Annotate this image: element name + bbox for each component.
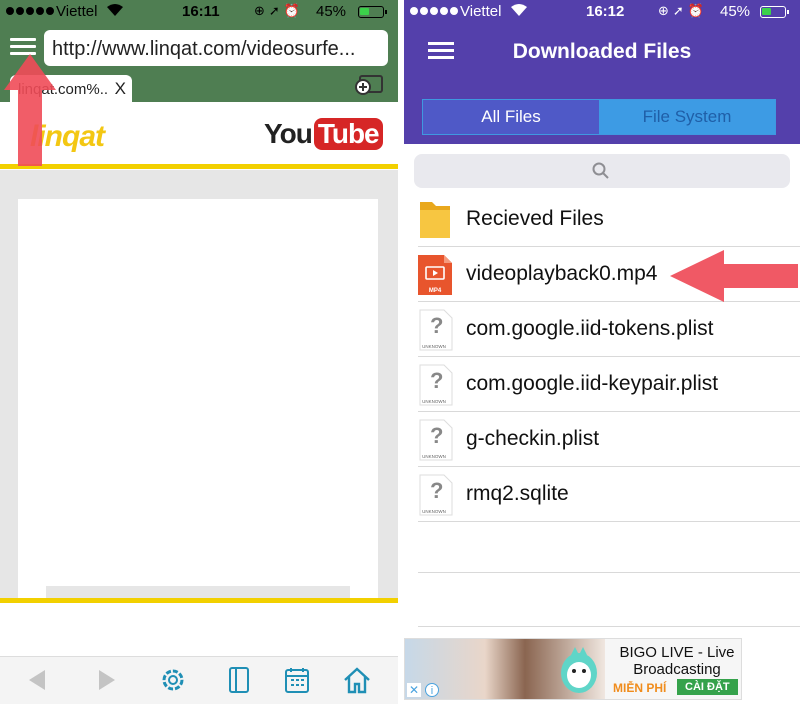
carrier-label: Viettel [56, 3, 98, 20]
red-arrow-up-icon [4, 54, 56, 166]
youtube-logo-tube: Tube [313, 118, 383, 150]
status-bar: Viettel 16:12 ⊕➚⏰ 45% [404, 0, 800, 24]
wifi-icon [106, 3, 124, 21]
file-name: com.google.iid-keypair.plist [466, 372, 719, 395]
downloads-header: Viettel 16:12 ⊕➚⏰ 45% Downloaded Files A… [404, 0, 800, 144]
search-bar[interactable] [414, 154, 790, 188]
unknown-file-icon: ? UNKNOWN [419, 309, 453, 351]
bottom-toolbar [0, 656, 398, 704]
svg-text:?: ? [430, 423, 443, 448]
view-tabs: All Files File System [422, 99, 776, 135]
battery-icon [358, 6, 387, 18]
battery-icon [760, 6, 789, 18]
tab-all-files[interactable]: All Files [423, 100, 599, 134]
clock-label: 16:12 [586, 3, 625, 20]
carrier-label: Viettel [460, 3, 502, 20]
page-title: Downloaded Files [512, 40, 692, 63]
file-row-unknown[interactable]: ? UNKNOWN com.google.iid-keypair.plist [404, 357, 800, 412]
youtube-logo[interactable]: You Tube [264, 117, 383, 151]
unknown-label: UNKNOWN [422, 344, 446, 349]
battery-percent: 45% [720, 3, 751, 20]
file-name: Recieved Files [466, 207, 604, 230]
bookmarks-icon[interactable] [224, 665, 254, 695]
file-name: g-checkin.plist [466, 427, 600, 450]
file-row-folder[interactable]: Recieved Files [404, 192, 800, 247]
row-separator [418, 572, 800, 573]
status-bar: Viettel 16:11 ⊕➚⏰ 45% [0, 0, 398, 24]
row-separator [418, 521, 800, 522]
ad-price: MIỄN PHÍ [613, 681, 667, 695]
forward-icon[interactable] [92, 665, 122, 695]
folder-icon [420, 202, 450, 238]
yellow-divider-bottom [0, 598, 398, 603]
calendar-icon[interactable] [282, 665, 312, 695]
unknown-label: UNKNOWN [422, 399, 446, 404]
file-row-unknown[interactable]: ? UNKNOWN g-checkin.plist [404, 412, 800, 467]
home-icon[interactable] [342, 665, 372, 695]
ad-title: BIGO LIVE - Live Broadcasting [619, 644, 735, 678]
status-icons: ⊕➚⏰ [254, 3, 304, 18]
browser-screen: Viettel 16:11 ⊕➚⏰ 45% http://www.linqat.… [0, 0, 398, 704]
file-name: com.google.iid-tokens.plist [466, 317, 714, 340]
file-name: videoplayback0.mp4 [466, 262, 658, 285]
clock-label: 16:11 [182, 3, 220, 20]
file-row-unknown[interactable]: ? UNKNOWN com.google.iid-tokens.plist [404, 302, 800, 357]
file-name: rmq2.sqlite [466, 482, 569, 505]
mp4-badge: MP4 [429, 288, 442, 294]
bigo-mascot-icon [561, 647, 597, 693]
info-icon[interactable]: i [425, 683, 439, 697]
search-icon [592, 162, 609, 179]
unknown-file-icon: ? UNKNOWN [419, 364, 453, 406]
ad-banner[interactable]: BIGO LIVE - Live Broadcasting MIỄN PHÍ C… [404, 638, 742, 700]
file-row-unknown[interactable]: ? UNKNOWN rmq2.sqlite [404, 467, 800, 522]
row-separator [418, 626, 800, 627]
content-card [18, 199, 378, 598]
tab-file-system[interactable]: File System [599, 100, 775, 134]
address-bar[interactable]: http://www.linqat.com/videosurfe... [44, 30, 388, 66]
svg-text:?: ? [430, 368, 443, 393]
status-icons: ⊕➚⏰ [658, 3, 708, 18]
new-tab-icon[interactable] [354, 72, 384, 96]
unknown-label: UNKNOWN [422, 454, 446, 459]
mp4-file-icon: MP4 [418, 255, 452, 295]
close-icon[interactable]: ✕ [407, 683, 421, 697]
gear-icon[interactable] [158, 665, 188, 695]
red-arrow-left-icon [670, 250, 798, 302]
signal-icon [6, 7, 54, 15]
svg-text:?: ? [430, 313, 443, 338]
ad-install-button[interactable]: CÀI ĐẶT [677, 679, 738, 695]
close-tab-button[interactable]: X [115, 79, 126, 99]
battery-percent: 45% [316, 3, 347, 20]
unknown-file-icon: ? UNKNOWN [419, 419, 453, 461]
wifi-icon [510, 3, 528, 21]
unknown-label: UNKNOWN [422, 509, 446, 514]
downloads-screen: Viettel 16:12 ⊕➚⏰ 45% Downloaded Files A… [404, 0, 800, 704]
unknown-file-icon: ? UNKNOWN [419, 474, 453, 516]
signal-icon [410, 7, 458, 15]
back-icon[interactable] [22, 665, 52, 695]
svg-text:?: ? [430, 478, 443, 503]
youtube-logo-you: You [264, 118, 313, 149]
